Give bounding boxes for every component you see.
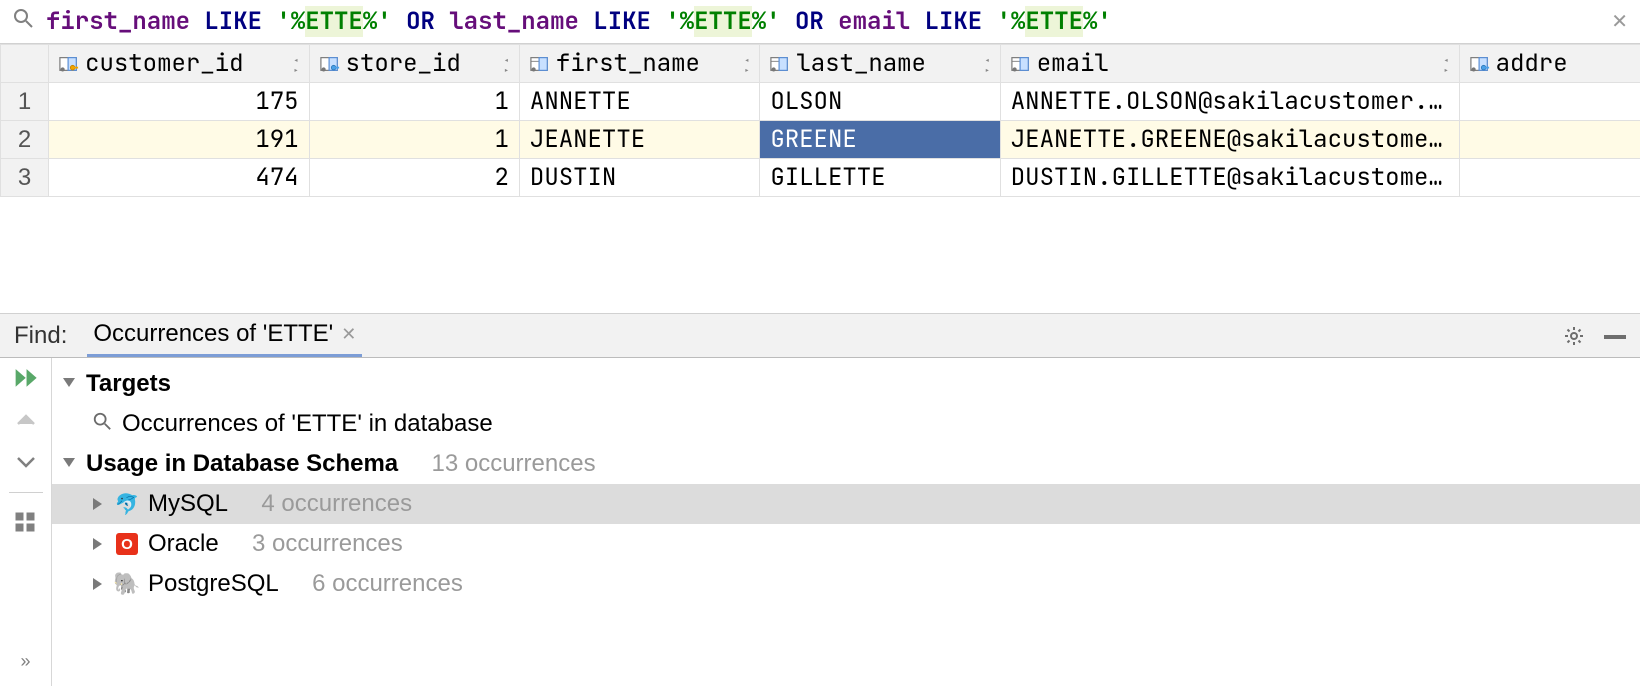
table-row[interactable]: 21911JEANETTEGREENEJEANETTE.GREENE@sakil… [1, 121, 1640, 159]
column-type-icon [1011, 55, 1031, 73]
find-tab[interactable]: Occurrences of 'ETTE' ✕ [87, 314, 362, 357]
find-label: Find: [14, 322, 67, 350]
gutter-separator [9, 492, 43, 493]
cell[interactable]: 175 [49, 83, 309, 121]
column-type-icon [320, 55, 340, 73]
find-panel-header: Find: Occurrences of 'ETTE' ✕ [0, 314, 1640, 358]
column-header-store_id[interactable]: store_id [309, 45, 519, 83]
row-number: 1 [1, 83, 49, 121]
tree-usage-node[interactable]: Usage in Database Schema 13 occurrences [52, 444, 1640, 484]
column-header-customer_id[interactable]: customer_id [49, 45, 309, 83]
cell[interactable]: JEANETTE [519, 121, 759, 159]
gear-icon[interactable] [1564, 326, 1584, 346]
cell[interactable]: 474 [49, 159, 309, 197]
results-grid: customer_idstore_idfirst_namelast_nameem… [0, 44, 1640, 314]
table-row[interactable]: 11751ANNETTEOLSONANNETTE.OLSON@sakilacus… [1, 83, 1640, 121]
minimize-icon[interactable] [1604, 335, 1626, 339]
filter-expression[interactable]: first_name LIKE '%ETTE%' OR last_name LI… [46, 6, 1599, 37]
oracle-icon: O [116, 533, 138, 555]
cell[interactable]: 2 [309, 159, 519, 197]
column-header-email[interactable]: email [1000, 45, 1459, 83]
find-gutter: » [0, 358, 52, 686]
row-number-header [1, 45, 49, 83]
cell[interactable]: DUSTIN [519, 159, 759, 197]
column-header-last_name[interactable]: last_name [760, 45, 1000, 83]
search-icon [92, 410, 112, 438]
cell[interactable]: DUSTIN.GILLETTE@sakilacustomer.o… [1000, 159, 1459, 197]
cell[interactable]: ANNETTE [519, 83, 759, 121]
cell[interactable]: JEANETTE.GREENE@sakilacustomer.o… [1000, 121, 1459, 159]
tree-db-node-mysql[interactable]: 🐬MySQL 4 occurrences [52, 484, 1640, 524]
row-number: 3 [1, 159, 49, 197]
row-number: 2 [1, 121, 49, 159]
filter-bar: first_name LIKE '%ETTE%' OR last_name LI… [0, 0, 1640, 44]
cell[interactable]: 1 [309, 121, 519, 159]
tree-targets-item[interactable]: Occurrences of 'ETTE' in database [52, 404, 1640, 444]
clear-filter-icon[interactable]: ✕ [1611, 9, 1628, 34]
cell[interactable]: GILLETTE [760, 159, 1000, 197]
find-tab-title: Occurrences of 'ETTE' [93, 320, 333, 348]
prev-occurrence-button[interactable] [14, 408, 38, 432]
column-type-icon [770, 55, 790, 73]
tree-db-node-oracle[interactable]: OOracle 3 occurrences [52, 524, 1640, 564]
cell[interactable]: 191 [49, 121, 309, 159]
find-panel-body: » TargetsOccurrences of 'ETTE' in databa… [0, 358, 1640, 686]
cell[interactable]: GREENE [760, 121, 1000, 159]
tree-db-node-postgres[interactable]: 🐘PostgreSQL 6 occurrences [52, 564, 1640, 604]
tree-targets-node[interactable]: Targets [52, 364, 1640, 404]
column-type-icon [530, 55, 550, 73]
more-actions-button[interactable]: » [20, 651, 30, 672]
search-icon [12, 7, 34, 36]
next-occurrence-button[interactable] [14, 450, 38, 474]
group-by-button[interactable] [14, 511, 38, 535]
close-tab-icon[interactable]: ✕ [341, 324, 356, 345]
cell[interactable] [1459, 121, 1640, 159]
cell[interactable] [1459, 159, 1640, 197]
column-type-icon [1470, 55, 1490, 73]
column-header-addre[interactable]: addre [1459, 45, 1640, 83]
rerun-button[interactable] [14, 366, 38, 390]
cell[interactable]: OLSON [760, 83, 1000, 121]
find-results-tree[interactable]: TargetsOccurrences of 'ETTE' in database… [52, 358, 1640, 686]
cell[interactable] [1459, 83, 1640, 121]
cell[interactable]: ANNETTE.OLSON@sakilacustomer.org [1000, 83, 1459, 121]
mysql-icon: 🐬 [116, 493, 138, 515]
postgresql-icon: 🐘 [116, 573, 138, 595]
column-type-icon [59, 55, 79, 73]
table-row[interactable]: 34742DUSTINGILLETTEDUSTIN.GILLETTE@sakil… [1, 159, 1640, 197]
column-header-first_name[interactable]: first_name [519, 45, 759, 83]
cell[interactable]: 1 [309, 83, 519, 121]
